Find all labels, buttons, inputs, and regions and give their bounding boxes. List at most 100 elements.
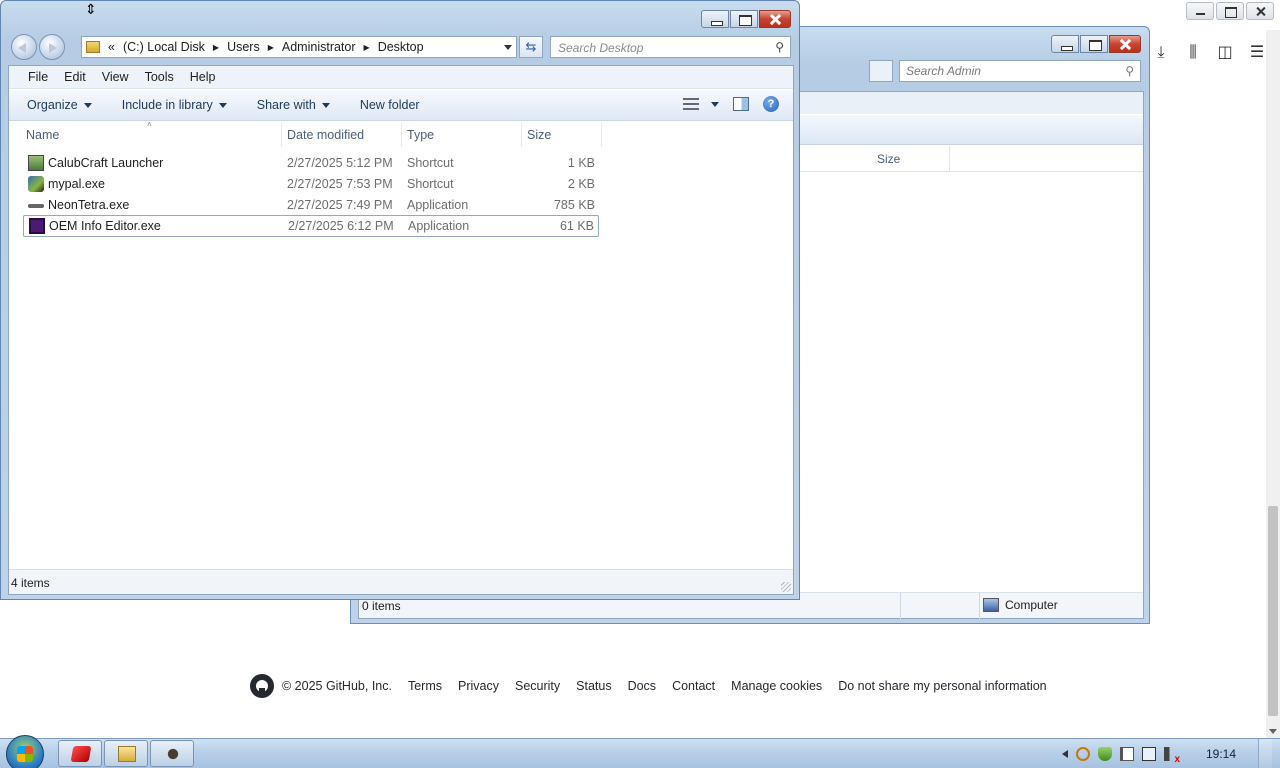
security-shield-icon[interactable] bbox=[1098, 746, 1112, 761]
show-hidden-icons-icon[interactable] bbox=[1062, 749, 1068, 758]
file-row-oem-info-editor[interactable]: OEM Info Editor.exe 2/27/2025 6:12 PM Ap… bbox=[23, 215, 599, 237]
status-item-count: 4 items bbox=[11, 576, 50, 590]
flash-player-icon bbox=[70, 746, 92, 762]
column-divider[interactable] bbox=[401, 122, 402, 147]
back-button[interactable] bbox=[11, 34, 37, 60]
breadcrumb-administrator[interactable]: Administrator ▶ bbox=[282, 40, 370, 54]
clock[interactable]: 19:14 bbox=[1206, 747, 1250, 761]
column-date-modified[interactable]: Date modified bbox=[287, 128, 364, 142]
search-input[interactable]: Search Admin ⚲ bbox=[899, 60, 1141, 82]
share-with-button[interactable]: Share with bbox=[257, 98, 330, 112]
file-row-calubcraft-launcher[interactable]: CalubCraft Launcher 2/27/2025 5:12 PM Sh… bbox=[23, 153, 599, 174]
menu-help[interactable]: Help bbox=[190, 70, 216, 84]
sidebar-icon[interactable]: ◫ bbox=[1216, 44, 1234, 62]
browser-scrollbar[interactable] bbox=[1266, 30, 1280, 738]
breadcrumb-local-disk[interactable]: (C:) Local Disk ▶ bbox=[123, 40, 219, 54]
chevron-right-icon[interactable]: ▶ bbox=[213, 43, 219, 52]
column-divider[interactable] bbox=[601, 122, 602, 147]
footer-link-contact[interactable]: Contact bbox=[672, 679, 715, 693]
address-overflow[interactable]: « bbox=[108, 40, 115, 54]
menu-file[interactable]: File bbox=[28, 70, 48, 84]
system-tray: 19:14 bbox=[1062, 739, 1280, 768]
taskbar-explorer-button[interactable] bbox=[104, 740, 148, 767]
menu-icon[interactable]: ☰ bbox=[1248, 44, 1266, 62]
bug-icon bbox=[164, 746, 182, 762]
maximize-button[interactable] bbox=[730, 10, 758, 28]
taskbar-app-button[interactable] bbox=[150, 740, 194, 767]
footer-link-docs[interactable]: Docs bbox=[628, 679, 656, 693]
file-row-neontetra[interactable]: NeonTetra.exe 2/27/2025 7:49 PM Applicat… bbox=[23, 195, 599, 216]
footer-link-status[interactable]: Status bbox=[576, 679, 611, 693]
menu-edit[interactable]: Edit bbox=[64, 70, 86, 84]
footer-link-privacy[interactable]: Privacy bbox=[458, 679, 499, 693]
network-icon[interactable] bbox=[1142, 746, 1156, 761]
column-size[interactable]: Size bbox=[527, 128, 551, 142]
organize-button[interactable]: Organize bbox=[27, 98, 92, 112]
column-name[interactable]: Name bbox=[26, 128, 59, 142]
window-caption-buttons bbox=[1051, 35, 1141, 53]
close-button[interactable] bbox=[1109, 35, 1141, 53]
footer-link-do-not-share[interactable]: Do not share my personal information bbox=[838, 679, 1046, 693]
column-headers: ˄ Name Date modified Type Size bbox=[9, 120, 793, 147]
browser-minimize-button[interactable] bbox=[1186, 2, 1214, 20]
action-center-flag-icon[interactable] bbox=[1120, 746, 1134, 761]
footer-link-terms[interactable]: Terms bbox=[408, 679, 442, 693]
library-icon[interactable]: ⫼ bbox=[1184, 44, 1202, 62]
chevron-right-icon[interactable]: ▶ bbox=[364, 43, 370, 52]
window-caption-buttons bbox=[701, 10, 791, 28]
file-type: Application bbox=[408, 219, 470, 233]
refresh-button[interactable]: ⇆ bbox=[519, 36, 543, 58]
github-logo-icon[interactable] bbox=[250, 674, 274, 698]
new-folder-button[interactable]: New folder bbox=[360, 98, 420, 112]
breadcrumb-users[interactable]: Users ▶ bbox=[227, 40, 274, 54]
download-icon[interactable]: ⤓ bbox=[1152, 44, 1170, 62]
search-input[interactable]: Search Desktop ⚲ bbox=[550, 36, 791, 58]
footer-link-manage-cookies[interactable]: Manage cookies bbox=[731, 679, 822, 693]
breadcrumb-desktop[interactable]: Desktop bbox=[378, 40, 424, 54]
column-divider[interactable] bbox=[281, 122, 282, 147]
start-button[interactable] bbox=[6, 735, 44, 768]
browser-close-button[interactable] bbox=[1246, 2, 1274, 20]
resize-grip-icon[interactable] bbox=[781, 582, 791, 592]
column-divider[interactable] bbox=[949, 146, 950, 172]
browser-toolbar: ⤓ ⫼ ◫ ☰ bbox=[1148, 38, 1278, 68]
calubcraft-icon bbox=[28, 155, 44, 171]
file-list: CalubCraft Launcher 2/27/2025 5:12 PM Sh… bbox=[23, 153, 599, 237]
footer-link-security[interactable]: Security bbox=[515, 679, 560, 693]
file-size: 61 KB bbox=[559, 219, 594, 233]
search-icon[interactable] bbox=[1076, 746, 1090, 761]
refresh-button[interactable] bbox=[869, 60, 893, 82]
column-divider[interactable] bbox=[521, 122, 522, 147]
volume-muted-icon[interactable] bbox=[1164, 746, 1180, 765]
preview-pane-icon[interactable] bbox=[733, 97, 749, 111]
menu-tools[interactable]: Tools bbox=[145, 70, 174, 84]
show-desktop-button[interactable] bbox=[1258, 739, 1272, 768]
menu-view[interactable]: View bbox=[102, 70, 129, 84]
mypal-icon bbox=[28, 176, 44, 192]
change-view-button[interactable] bbox=[683, 98, 719, 110]
search-placeholder: Search Desktop bbox=[558, 41, 644, 55]
help-icon[interactable]: ? bbox=[763, 96, 779, 112]
file-size: 2 KB bbox=[567, 177, 595, 191]
share-with-label: Share with bbox=[256, 98, 316, 112]
minimize-button[interactable] bbox=[1051, 35, 1079, 53]
taskbar-flash-button[interactable] bbox=[58, 740, 102, 767]
file-row-mypal[interactable]: mypal.exe 2/27/2025 7:53 PM Shortcut 2 K… bbox=[23, 174, 599, 195]
chevron-down-icon[interactable] bbox=[504, 45, 512, 50]
explorer-window-desktop: « (C:) Local Disk ▶ Users ▶ Administrator ▶… bbox=[0, 0, 800, 600]
include-in-library-button[interactable]: Include in library bbox=[122, 98, 227, 112]
browser-restore-button[interactable] bbox=[1216, 2, 1244, 20]
chevron-right-icon[interactable]: ▶ bbox=[268, 43, 274, 52]
scrollbar-thumb[interactable] bbox=[1268, 506, 1278, 716]
github-footer: © 2025 GitHub, Inc. Terms Privacy Securi… bbox=[250, 674, 1047, 698]
forward-button[interactable] bbox=[39, 34, 65, 60]
address-bar[interactable]: « (C:) Local Disk ▶ Users ▶ Administrator ▶… bbox=[81, 36, 517, 58]
column-size[interactable]: Size bbox=[877, 152, 900, 166]
breadcrumb-label: (C:) Local Disk bbox=[122, 40, 205, 54]
minimize-button[interactable] bbox=[701, 10, 729, 28]
status-location: Computer bbox=[983, 598, 1058, 612]
maximize-button[interactable] bbox=[1080, 35, 1108, 53]
close-button[interactable] bbox=[759, 10, 791, 28]
column-type[interactable]: Type bbox=[407, 128, 434, 142]
scroll-down-icon[interactable] bbox=[1269, 729, 1277, 734]
